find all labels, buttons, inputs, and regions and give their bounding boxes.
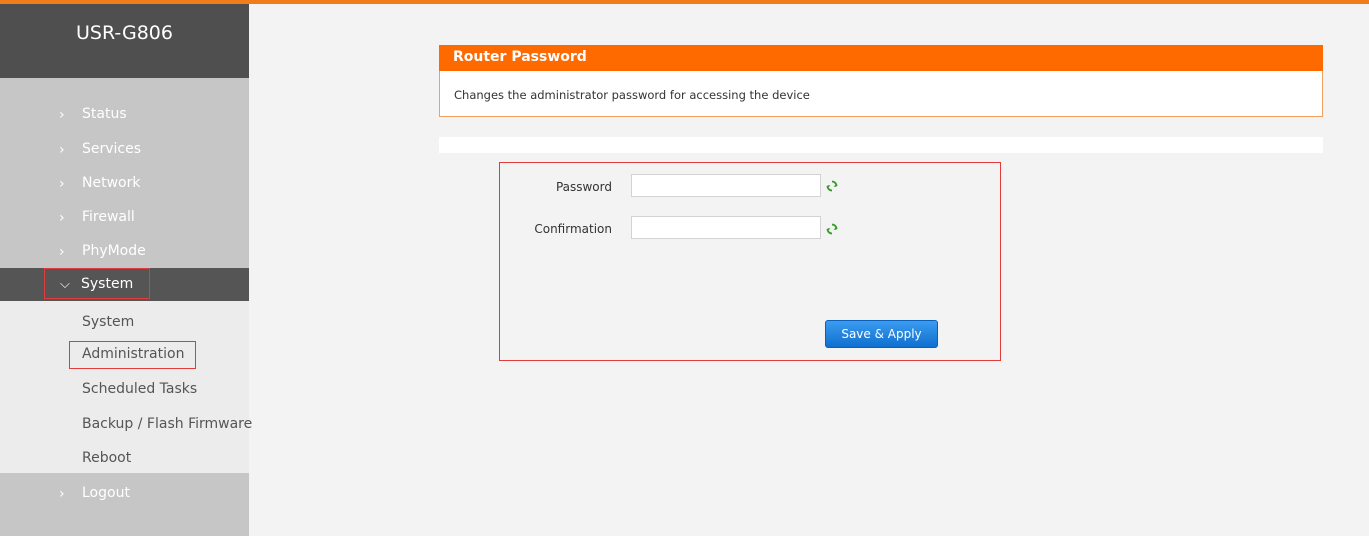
- sidebar-item-firewall[interactable]: › Firewall: [0, 201, 249, 235]
- panel-description-box: Changes the administrator password for a…: [439, 71, 1323, 117]
- brand-title: USR-G806: [76, 22, 173, 44]
- sidebar-item-status[interactable]: › Status: [0, 98, 249, 132]
- sidebar-item-label: Services: [82, 141, 142, 157]
- submenu-item-reboot[interactable]: Reboot: [82, 450, 131, 466]
- sidebar-item-services[interactable]: › Services: [0, 133, 249, 167]
- sidebar-item-network[interactable]: › Network: [0, 167, 249, 201]
- chevron-right-icon: ›: [59, 486, 65, 502]
- panel-header: Router Password: [439, 45, 1323, 71]
- submenu-item-backup-flash-firmware[interactable]: Backup / Flash Firmware: [82, 416, 252, 432]
- submenu-item-scheduled-tasks[interactable]: Scheduled Tasks: [82, 381, 197, 397]
- sidebar-item-label: Status: [82, 106, 127, 122]
- section-divider: [439, 137, 1323, 153]
- sidebar-item-label: Firewall: [82, 209, 135, 225]
- chevron-right-icon: ›: [59, 176, 65, 192]
- sidebar-item-logout[interactable]: › Logout: [0, 477, 249, 511]
- password-label: Password: [555, 180, 612, 194]
- password-input[interactable]: [631, 174, 821, 197]
- system-highlight-box: [44, 268, 150, 299]
- reveal-confirmation-icon[interactable]: [826, 223, 838, 235]
- confirmation-label: Confirmation: [534, 222, 612, 236]
- sidebar-item-label: Logout: [82, 485, 130, 501]
- reveal-password-icon[interactable]: [826, 180, 838, 192]
- chevron-right-icon: ›: [59, 244, 65, 260]
- save-apply-button[interactable]: Save & Apply: [825, 320, 938, 348]
- administration-highlight-box: [69, 341, 196, 369]
- submenu-item-system[interactable]: System: [82, 314, 134, 330]
- sidebar-item-phymode[interactable]: › PhyMode: [0, 235, 249, 269]
- sidebar-item-label: PhyMode: [82, 243, 146, 259]
- sidebar-item-label: Network: [82, 175, 141, 191]
- confirmation-input[interactable]: [631, 216, 821, 239]
- chevron-right-icon: ›: [59, 142, 65, 158]
- brand-header: USR-G806: [0, 4, 249, 78]
- chevron-right-icon: ›: [59, 107, 65, 123]
- chevron-right-icon: ›: [59, 210, 65, 226]
- panel-description: Changes the administrator password for a…: [454, 88, 810, 102]
- panel-title: Router Password: [453, 49, 587, 65]
